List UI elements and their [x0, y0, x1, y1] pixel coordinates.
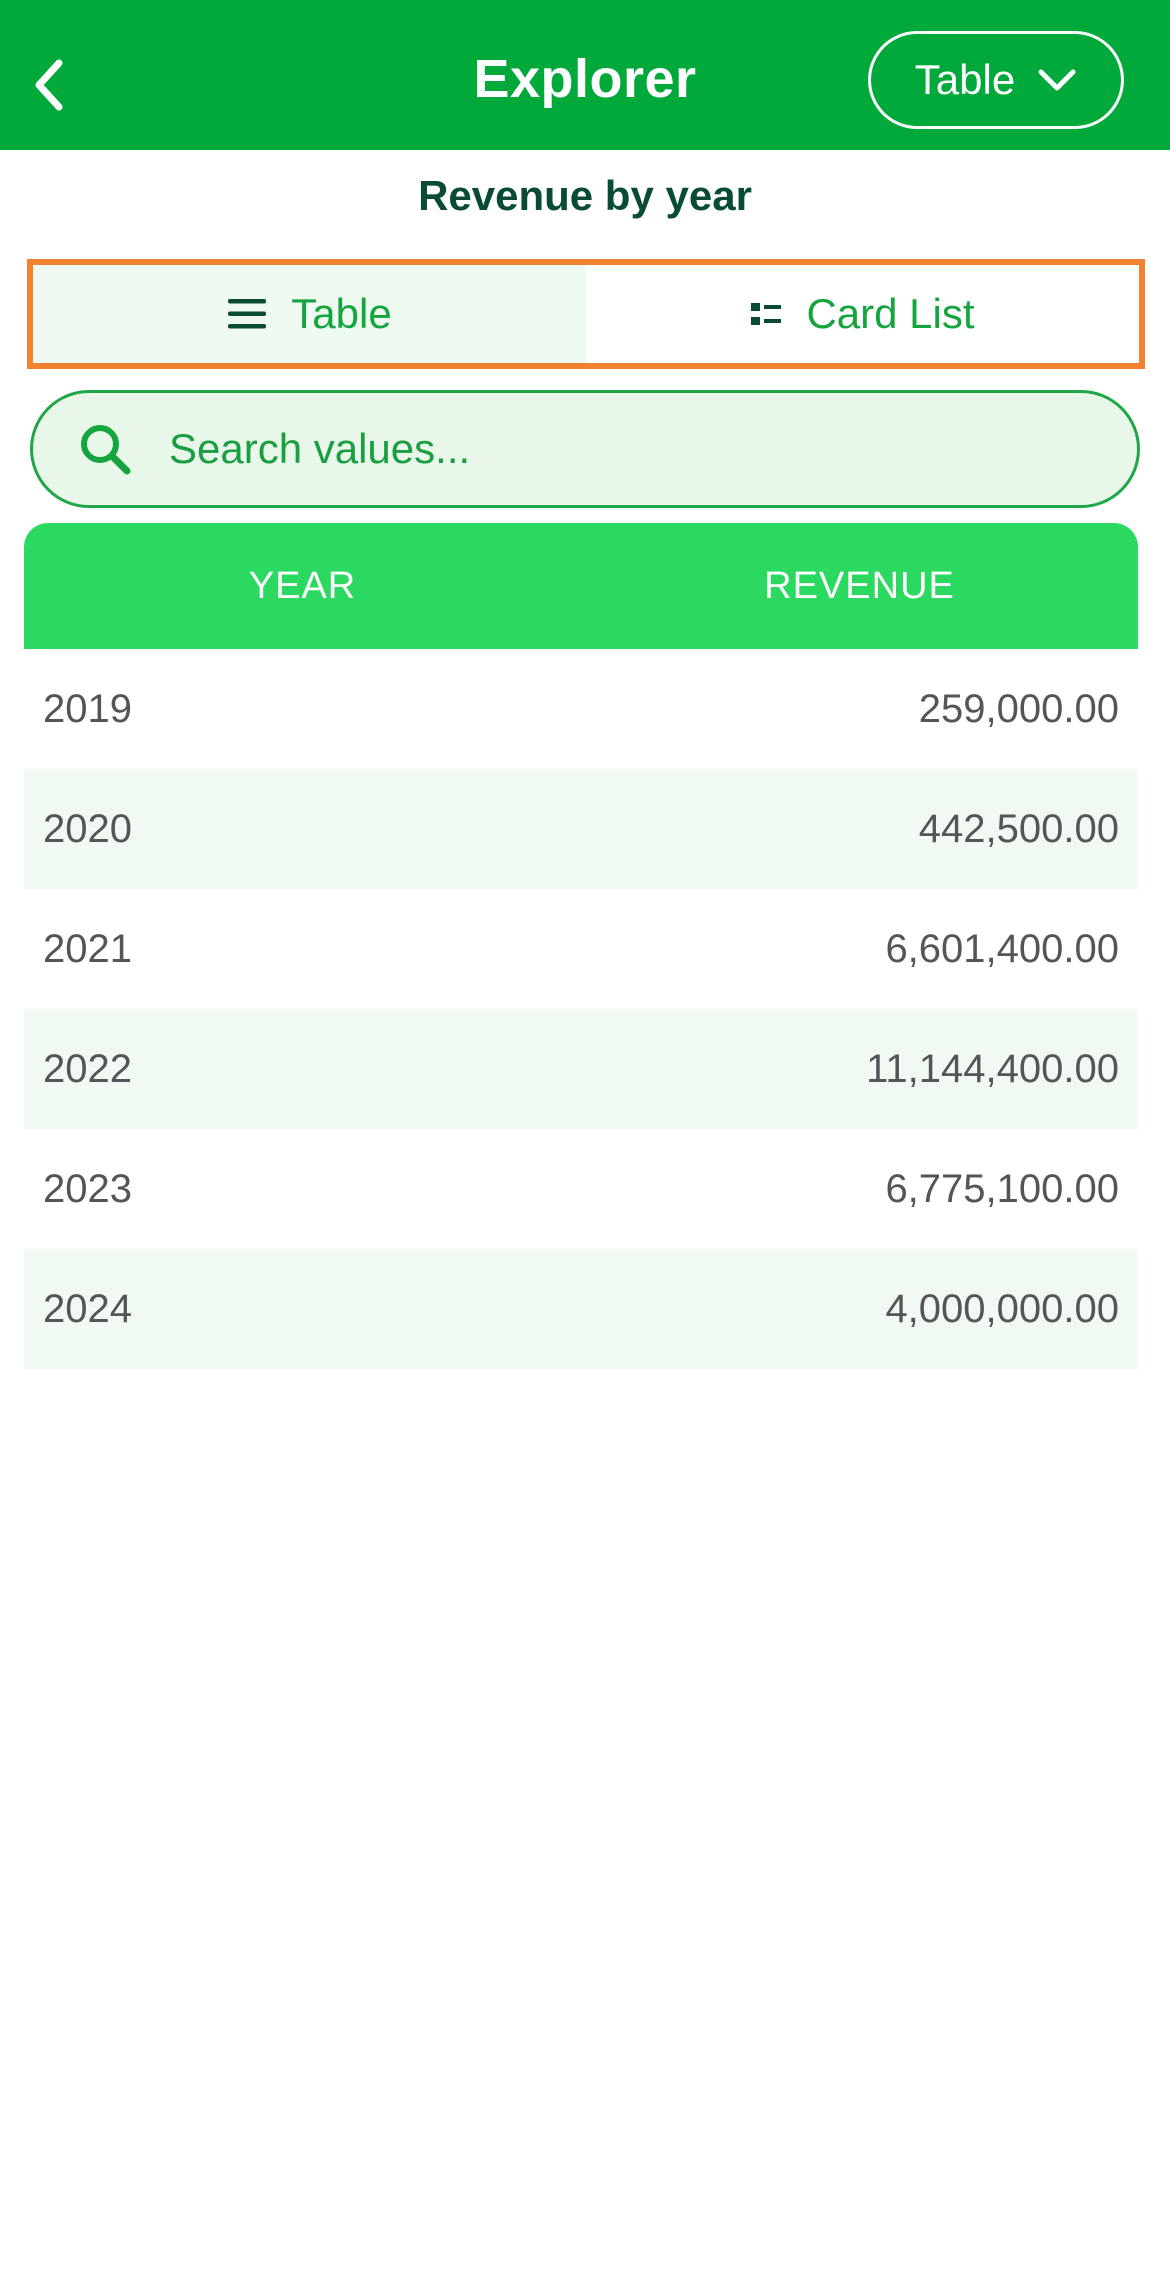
cell-year: 2020: [43, 806, 132, 851]
card-list-icon: [751, 303, 782, 325]
cell-year: 2024: [43, 1286, 132, 1331]
list-icon: [228, 299, 267, 329]
tab-table[interactable]: Table: [33, 265, 586, 363]
cell-revenue: 11,144,400.00: [866, 1046, 1119, 1091]
tab-table-label: Table: [291, 290, 392, 337]
cell-revenue: 6,775,100.00: [885, 1166, 1119, 1211]
cell-revenue: 4,000,000.00: [885, 1286, 1119, 1331]
view-toggle: Table Card List: [27, 259, 1145, 369]
cell-year: 2019: [43, 686, 132, 731]
report-title: Revenue by year: [418, 172, 752, 219]
view-mode-dropdown[interactable]: Table: [868, 31, 1124, 129]
tab-card-list[interactable]: Card List: [586, 265, 1139, 363]
table-body: 2019 259,000.00 2020 442,500.00 2021 6,6…: [24, 649, 1138, 1369]
table-row[interactable]: 2024 4,000,000.00: [24, 1249, 1138, 1369]
cell-year: 2021: [43, 926, 132, 971]
table-row[interactable]: 2021 6,601,400.00: [24, 889, 1138, 1009]
view-mode-dropdown-label: Table: [914, 56, 1016, 103]
cell-revenue: 259,000.00: [918, 686, 1119, 731]
table-row[interactable]: 2023 6,775,100.00: [24, 1129, 1138, 1249]
cell-revenue: 6,601,400.00: [885, 926, 1119, 971]
cell-revenue: 442,500.00: [918, 806, 1119, 851]
column-header-revenue[interactable]: REVENUE: [581, 565, 1138, 608]
table-row[interactable]: 2022 11,144,400.00: [24, 1009, 1138, 1129]
app-header: Explorer Table: [0, 0, 1170, 150]
table-row[interactable]: 2020 442,500.00: [24, 769, 1138, 889]
chevron-down-icon: [1038, 69, 1076, 91]
tab-card-list-label: Card List: [806, 290, 975, 337]
search-bar: [30, 390, 1140, 508]
cell-year: 2022: [43, 1046, 132, 1091]
table-row[interactable]: 2019 259,000.00: [24, 649, 1138, 769]
search-input[interactable]: [169, 409, 1137, 489]
revenue-table: YEAR REVENUE 2019 259,000.00 2020 442,50…: [24, 523, 1138, 1369]
table-header: YEAR REVENUE: [24, 523, 1138, 649]
search-icon: [75, 419, 135, 479]
column-header-year[interactable]: YEAR: [24, 565, 581, 608]
cell-year: 2023: [43, 1166, 132, 1211]
